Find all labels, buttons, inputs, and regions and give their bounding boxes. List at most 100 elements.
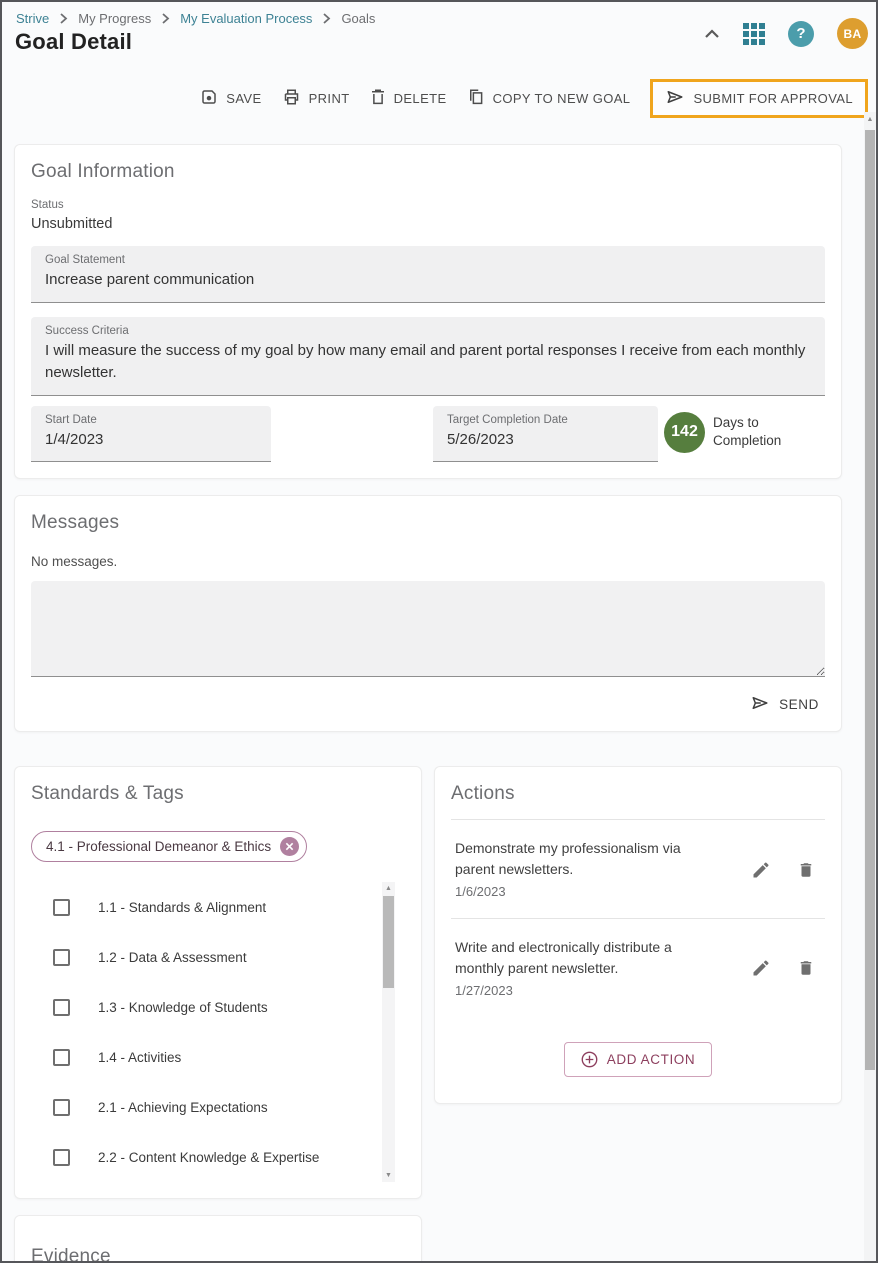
standard-row: 1.1 - Standards & Alignment	[31, 882, 405, 932]
submit-for-approval-button[interactable]: SUBMIT FOR APPROVAL	[665, 88, 853, 109]
scroll-up-icon[interactable]: ▲	[864, 116, 876, 123]
evidence-card: Evidence	[14, 1215, 422, 1263]
checkbox-1-4[interactable]	[53, 1049, 70, 1066]
goal-statement-field[interactable]: Goal Statement Increase parent communica…	[31, 246, 825, 303]
start-date-field[interactable]: Start Date 1/4/2023	[31, 406, 271, 463]
standard-label: 2.2 - Content Knowledge & Expertise	[98, 1150, 319, 1165]
delete-button[interactable]: DELETE	[370, 88, 447, 109]
goal-statement-label: Goal Statement	[45, 254, 811, 266]
goal-information-card: Goal Information Status Unsubmitted Goal…	[14, 144, 842, 479]
list-scrollbar[interactable]: ▲ ▼	[382, 882, 395, 1182]
days-to-completion-label: Days to Completion	[713, 414, 781, 450]
messages-title: Messages	[31, 512, 825, 534]
target-completion-date-field[interactable]: Target Completion Date 5/26/2023	[433, 406, 658, 463]
avatar[interactable]: BA	[837, 18, 868, 49]
add-action-button[interactable]: ADD ACTION	[564, 1042, 713, 1077]
send-label: SEND	[779, 697, 819, 712]
bottom-row: Standards & Tags 4.1 - Professional Deme…	[2, 766, 876, 1199]
action-text-block: Write and electronically distribute a mo…	[455, 937, 707, 1001]
delete-action-button[interactable]	[797, 958, 815, 978]
submit-label: SUBMIT FOR APPROVAL	[693, 91, 853, 106]
edit-action-button[interactable]	[751, 958, 771, 978]
action-date: 1/6/2023	[455, 882, 707, 902]
days-to-completion-badge: 142	[664, 412, 705, 453]
trash-icon	[370, 88, 386, 109]
standard-label: 1.3 - Knowledge of Students	[98, 1000, 268, 1015]
success-criteria-label: Success Criteria	[45, 325, 811, 337]
breadcrumb-goals: Goals	[341, 11, 375, 26]
success-criteria-value: I will measure the success of my goal by…	[45, 340, 811, 385]
goal-information-title: Goal Information	[31, 161, 825, 183]
checkbox-1-3[interactable]	[53, 999, 70, 1016]
standard-label: 1.4 - Activities	[98, 1050, 181, 1065]
standard-row: 2.2 - Content Knowledge & Expertise	[31, 1132, 405, 1182]
action-item: Write and electronically distribute a mo…	[451, 919, 825, 1017]
remove-chip-icon[interactable]	[280, 837, 299, 856]
status-label: Status	[31, 199, 825, 211]
evidence-title: Evidence	[31, 1246, 405, 1263]
standard-chip: 4.1 - Professional Demeanor & Ethics	[31, 831, 307, 862]
print-button[interactable]: PRINT	[282, 88, 350, 109]
checkbox-2-2[interactable]	[53, 1149, 70, 1166]
checkbox-2-1[interactable]	[53, 1099, 70, 1116]
scroll-up-icon[interactable]: ▲	[382, 885, 395, 892]
standard-row: 1.2 - Data & Assessment	[31, 932, 405, 982]
chevron-up-icon[interactable]	[704, 29, 720, 39]
action-text: Demonstrate my professionalism via paren…	[455, 838, 707, 880]
edit-action-button[interactable]	[751, 860, 771, 880]
save-icon	[200, 88, 218, 109]
standards-tags-card: Standards & Tags 4.1 - Professional Deme…	[14, 766, 422, 1199]
target-completion-date-value: 5/26/2023	[447, 429, 644, 452]
delete-label: DELETE	[394, 91, 447, 106]
status-value: Unsubmitted	[31, 216, 825, 232]
send-button[interactable]: SEND	[750, 694, 819, 715]
action-icons	[751, 860, 821, 880]
standard-chip-label: 4.1 - Professional Demeanor & Ethics	[46, 839, 271, 854]
target-completion-date-label: Target Completion Date	[447, 414, 644, 426]
action-text-block: Demonstrate my professionalism via paren…	[455, 838, 707, 902]
standard-label: 1.2 - Data & Assessment	[98, 950, 247, 965]
dates-row: Start Date 1/4/2023 Target Completion Da…	[31, 406, 825, 463]
page-scrollbar[interactable]: ▲	[864, 112, 876, 1261]
no-messages-text: No messages.	[31, 554, 825, 569]
copy-label: COPY TO NEW GOAL	[493, 91, 631, 106]
copy-to-new-goal-button[interactable]: COPY TO NEW GOAL	[467, 88, 631, 109]
breadcrumb-my-evaluation-process[interactable]: My Evaluation Process	[180, 11, 312, 26]
delete-action-button[interactable]	[797, 860, 815, 880]
goal-statement-value: Increase parent communication	[45, 269, 811, 292]
toolbar: SAVE PRINT DELETE COPY TO NEW GOAL SUBMI…	[2, 79, 868, 118]
checkbox-1-1[interactable]	[53, 899, 70, 916]
goal-detail-window: Strive My Progress My Evaluation Process…	[0, 0, 878, 1263]
actions-card: Actions Demonstrate my professionalism v…	[434, 766, 842, 1104]
standard-label: 1.1 - Standards & Alignment	[98, 900, 266, 915]
standard-row: 1.4 - Activities	[31, 1032, 405, 1082]
standard-row: 2.1 - Achieving Expectations	[31, 1082, 405, 1132]
action-text: Write and electronically distribute a mo…	[455, 937, 707, 979]
message-input[interactable]	[31, 581, 825, 677]
chevron-right-icon	[161, 13, 170, 24]
send-icon	[750, 694, 770, 715]
action-item: Demonstrate my professionalism via paren…	[451, 820, 825, 918]
breadcrumb-my-progress: My Progress	[78, 11, 151, 26]
print-label: PRINT	[309, 91, 350, 106]
messages-card: Messages No messages. SEND	[14, 495, 842, 732]
save-button[interactable]: SAVE	[200, 88, 261, 109]
plus-circle-icon	[581, 1051, 598, 1068]
apps-grid-icon[interactable]	[743, 23, 765, 45]
scroll-down-icon[interactable]: ▼	[382, 1172, 395, 1179]
checkbox-1-2[interactable]	[53, 949, 70, 966]
help-icon[interactable]: ?	[788, 21, 814, 47]
save-label: SAVE	[226, 91, 261, 106]
start-date-value: 1/4/2023	[45, 429, 257, 452]
start-date-label: Start Date	[45, 414, 257, 426]
action-date: 1/27/2023	[455, 981, 707, 1001]
success-criteria-field[interactable]: Success Criteria I will measure the succ…	[31, 317, 825, 396]
action-icons	[751, 958, 821, 978]
chevron-right-icon	[59, 13, 68, 24]
breadcrumb-strive[interactable]: Strive	[16, 11, 49, 26]
page-scrollbar-thumb[interactable]	[865, 130, 875, 1070]
standards-tags-title: Standards & Tags	[31, 783, 405, 805]
print-icon	[282, 88, 301, 109]
list-scrollbar-thumb[interactable]	[383, 896, 394, 988]
add-action-row: ADD ACTION	[451, 1042, 825, 1077]
